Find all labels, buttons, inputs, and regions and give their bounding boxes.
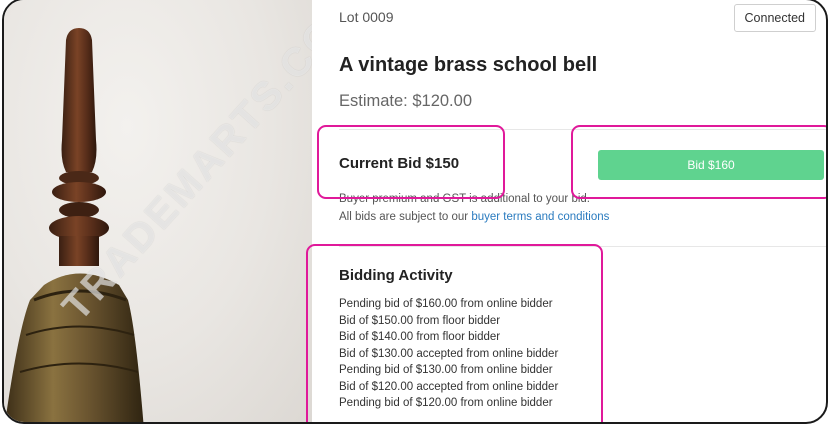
lot-number: Lot 0009 [339, 9, 394, 25]
buyer-terms-link[interactable]: buyer terms and conditions [471, 211, 609, 223]
terms-note: All bids are subject to our buyer terms … [339, 211, 609, 223]
bid-button-highlight [571, 125, 826, 199]
bidding-activity-highlight [306, 244, 603, 422]
lot-title: A vintage brass school bell [339, 54, 598, 76]
current-bid-highlight [317, 125, 505, 199]
connection-status-button[interactable]: Connected [733, 4, 816, 32]
lot-estimate: Estimate: $120.00 [339, 92, 472, 110]
lot-image: TRADEMARTS.CO.NZ [4, 0, 312, 422]
app-frame: TRADEMARTS.CO.NZ Connected Lot 0009 A vi… [2, 0, 828, 424]
terms-note-prefix: All bids are subject to our [339, 211, 472, 223]
lot-details-panel: Connected Lot 0009 A vintage brass schoo… [306, 0, 826, 422]
